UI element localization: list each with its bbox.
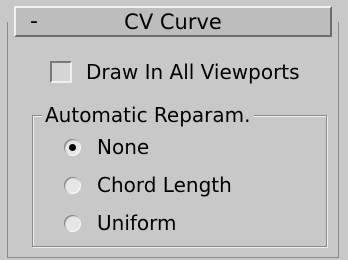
rollout-header-button[interactable]: - CV Curve	[14, 6, 332, 37]
reparam-option-label: Chord Length	[97, 173, 232, 197]
reparam-option-label: Uniform	[97, 211, 177, 235]
reparam-option-label: None	[97, 135, 150, 159]
radio-selected-dot	[69, 144, 76, 151]
rollout-frame-right	[338, 22, 339, 258]
draw-in-all-viewports-checkbox[interactable]	[50, 61, 72, 83]
cv-curve-rollout-panel: - CV Curve Draw In All Viewports Automat…	[0, 0, 348, 260]
radio-chord-length[interactable]	[64, 177, 81, 194]
rollout-title: CV Curve	[124, 10, 222, 34]
radio-uniform[interactable]	[64, 215, 81, 232]
rollout-frame-left	[7, 22, 8, 258]
draw-in-all-viewports-label: Draw In All Viewports	[86, 60, 300, 84]
automatic-reparam-group-title: Automatic Reparam.	[42, 103, 254, 127]
rollout-frame-bottom	[7, 257, 339, 258]
radio-none[interactable]	[64, 139, 81, 156]
